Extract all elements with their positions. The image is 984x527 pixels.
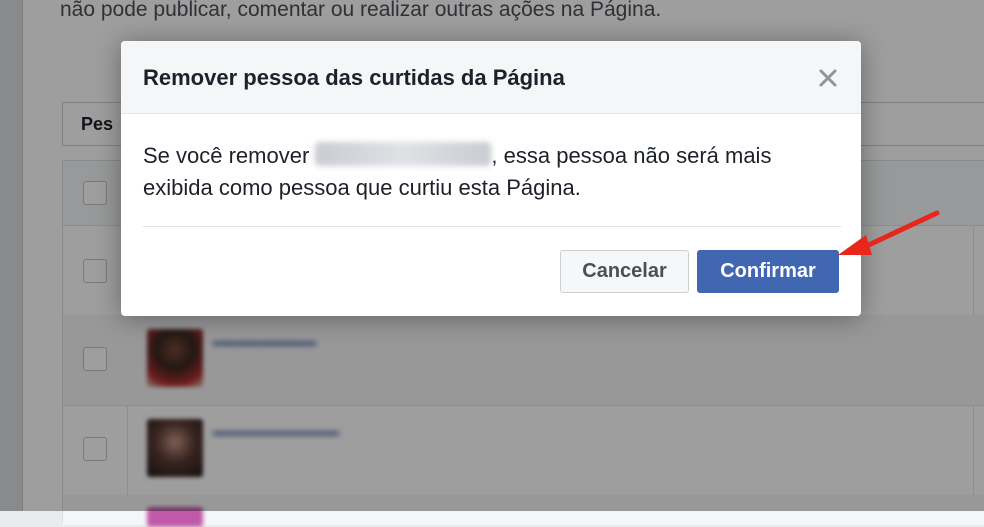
close-icon[interactable] — [815, 65, 841, 91]
message-text-before: Se você remover — [143, 143, 316, 168]
confirm-button[interactable]: Confirmar — [697, 250, 839, 293]
blurred-person-name — [315, 142, 492, 166]
dialog-title: Remover pessoa das curtidas da Página — [143, 65, 565, 90]
dialog-divider — [143, 226, 841, 227]
red-arrow-icon — [838, 210, 940, 255]
cancel-button[interactable]: Cancelar — [560, 250, 689, 293]
dialog-message: Se você remover , essa pessoa não será m… — [143, 140, 843, 204]
remove-person-dialog: Remover pessoa das curtidas da Página Se… — [121, 41, 861, 316]
dialog-header: Remover pessoa das curtidas da Página — [121, 41, 861, 114]
